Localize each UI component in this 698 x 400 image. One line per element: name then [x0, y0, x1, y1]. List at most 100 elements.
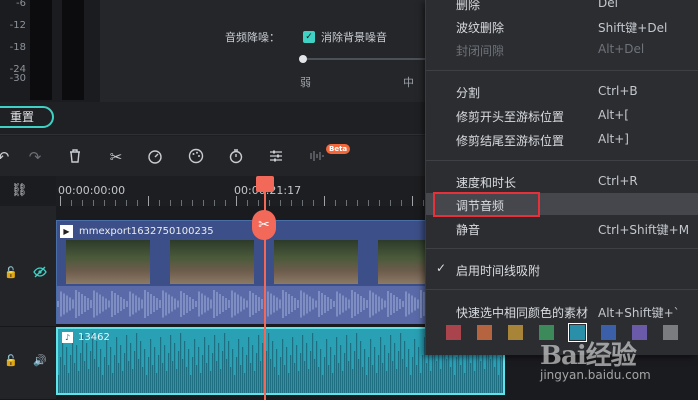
waveform-bar — [144, 349, 146, 393]
waveform-bar — [306, 294, 308, 314]
waveform-bar — [141, 299, 143, 309]
delete-icon[interactable] — [66, 148, 84, 166]
waveform-bar — [180, 333, 182, 393]
menu-item-timeline-snap[interactable]: ✓ 启用时间线吸附 — [426, 258, 698, 280]
adjust-icon[interactable] — [267, 148, 285, 166]
menu-item-shortcut: Del — [598, 0, 618, 10]
waveform-bar — [430, 371, 432, 393]
waveform-bar — [297, 300, 299, 308]
waveform-bar — [138, 359, 140, 393]
scissors-icon[interactable]: ✂ — [107, 148, 125, 166]
denoise-slider-handle[interactable] — [299, 55, 307, 63]
color-icon[interactable] — [187, 148, 205, 166]
waveform-bar — [408, 349, 410, 393]
menu-item-label: 修剪开头至游标位置 — [456, 110, 565, 124]
waveform-bar — [124, 353, 126, 393]
waveform-bar — [150, 339, 152, 393]
menu-item-close-gap[interactable]: 封闭间隙 Alt+Del — [426, 38, 698, 60]
waveform-bar — [310, 351, 312, 393]
menu-item-delete[interactable]: 删除 Del — [426, 0, 698, 14]
redo-icon[interactable]: ↷ — [26, 148, 44, 166]
waveform-bar — [474, 371, 476, 393]
menu-item-shortcut: Ctrl+B — [598, 84, 638, 98]
waveform-bar — [320, 349, 322, 393]
waveform-bar — [96, 341, 98, 393]
menu-item-speed-duration[interactable]: 速度和时长 Ctrl+R — [426, 170, 698, 192]
waveform-bar — [327, 297, 329, 311]
eye-hidden-icon[interactable] — [33, 266, 47, 281]
denoise-checkbox-label[interactable]: 消除背景噪音 — [321, 29, 387, 45]
menu-item-shortcut: Ctrl+Shift键+M — [598, 223, 690, 237]
waveform-bar — [330, 347, 332, 393]
waveform-bar — [180, 291, 182, 317]
menu-item-trim-end[interactable]: 修剪结尾至游标位置 Alt+] — [426, 128, 698, 150]
waveform-bar — [417, 299, 419, 309]
undo-icon[interactable]: ↶ — [0, 148, 12, 166]
menu-item-mute[interactable]: 静音 Ctrl+Shift键+M — [426, 217, 698, 239]
waveform-bar — [120, 297, 122, 311]
waveform-bar — [504, 365, 505, 395]
waveform-bar — [110, 347, 112, 393]
waveform-bar — [387, 291, 389, 317]
playhead-split-scissors-icon[interactable]: ✂ — [252, 210, 276, 240]
waveform-bar — [165, 292, 167, 316]
color-swatch[interactable] — [446, 325, 461, 340]
waveform-bar — [316, 341, 318, 393]
waveform-bar — [402, 359, 404, 393]
waveform-bar — [81, 294, 83, 314]
waveform-bar — [456, 357, 458, 393]
waveform-bar — [376, 373, 378, 393]
lock-icon[interactable]: 🔓 — [4, 266, 18, 279]
waveform-bar — [378, 355, 380, 393]
waveform-bar — [58, 375, 60, 393]
denoise-slider-track[interactable] — [303, 58, 425, 60]
waveform-bar — [63, 293, 65, 315]
audio-clip-name: 13462 — [78, 332, 110, 343]
menu-item-ripple-delete[interactable]: 波纹删除 Shift键+Del — [426, 15, 698, 37]
color-swatch[interactable] — [477, 325, 492, 340]
waveform-bar — [258, 297, 260, 311]
menu-item-split[interactable]: 分割 Ctrl+B — [426, 80, 698, 102]
menu-item-trim-start[interactable]: 修剪开头至游标位置 Alt+[ — [426, 104, 698, 126]
waveform-bar — [375, 294, 377, 314]
waveform-bar — [276, 349, 278, 393]
link-icon[interactable]: ⛓ — [11, 183, 28, 198]
waveform-bar — [260, 361, 262, 393]
waveform-bar — [422, 355, 424, 393]
waveform-bar — [300, 353, 302, 393]
lock-icon[interactable]: 🔓 — [4, 354, 18, 367]
waveform-bar — [86, 343, 88, 393]
color-swatch[interactable] — [508, 325, 523, 340]
waveform-bar — [309, 296, 311, 312]
waveform-bar — [82, 335, 84, 393]
waveform-bar — [286, 347, 288, 393]
waveform-bar — [220, 369, 222, 393]
waveform-bar — [386, 371, 388, 393]
waveform-bar — [318, 291, 320, 317]
playhead-handle[interactable] — [256, 176, 274, 192]
denoise-checkbox[interactable]: ✓ — [303, 31, 315, 43]
meter-label: -30 — [9, 73, 26, 84]
play-icon: ▶ — [60, 224, 73, 238]
waveform-bar — [88, 369, 90, 393]
ruler-tick — [148, 196, 149, 206]
waveform-bar — [186, 367, 188, 393]
menu-item-shortcut: Ctrl+R — [598, 174, 638, 188]
waveform-bar — [168, 294, 170, 314]
waveform-bar — [114, 293, 116, 315]
timer-icon[interactable] — [227, 148, 245, 166]
speed-icon[interactable] — [146, 148, 164, 166]
reset-button[interactable]: 重置 — [0, 106, 54, 128]
waveform-bar — [460, 365, 462, 393]
color-swatch[interactable] — [663, 325, 678, 340]
menu-item-select-same-color[interactable]: 快速选中相同颜色的素材 Alt+Shift键+` — [426, 300, 698, 322]
waveform-bar — [394, 343, 396, 393]
menu-item-shortcut: Alt+Shift键+` — [598, 306, 680, 320]
waveform-bar — [381, 298, 383, 310]
waveform-bar — [250, 363, 252, 393]
waveform-bar — [111, 291, 113, 317]
waveform-bar — [132, 369, 134, 393]
waveform-bar — [174, 298, 176, 310]
waveform-bar — [436, 361, 438, 393]
speaker-icon[interactable]: 🔊 — [33, 354, 47, 367]
